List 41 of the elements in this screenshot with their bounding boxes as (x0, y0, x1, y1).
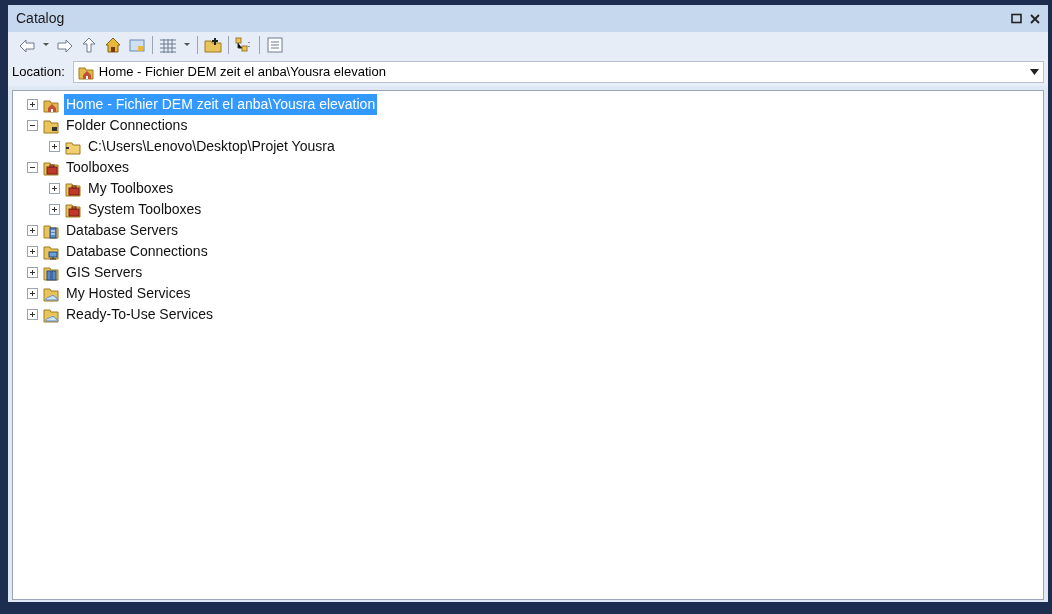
tree-item[interactable]: System Toolboxes (86, 199, 204, 220)
maximize-icon[interactable] (1011, 13, 1022, 24)
tree-item[interactable]: C:\Users\Lenovo\Desktop\Projet Yousra (86, 136, 337, 157)
database-folder-icon (43, 243, 59, 260)
toolbox-icon (65, 180, 81, 197)
toolbox-icon (43, 159, 59, 176)
collapse-icon[interactable] (27, 162, 38, 173)
up-folder-icon[interactable] (80, 36, 98, 54)
expand-icon[interactable] (27, 225, 38, 236)
add-folder-icon[interactable] (204, 36, 222, 54)
tree-view-icon[interactable] (235, 36, 253, 54)
tree-item[interactable]: Toolboxes (64, 157, 132, 178)
expand-icon[interactable] (27, 246, 38, 257)
toolbox-icon (65, 201, 81, 218)
tree-item[interactable]: Folder Connections (64, 115, 190, 136)
home-icon[interactable] (104, 36, 122, 54)
tree-item[interactable]: Database Servers (64, 220, 181, 241)
tree-item[interactable]: Ready-To-Use Services (64, 304, 216, 325)
close-icon[interactable] (1030, 13, 1040, 24)
expand-icon[interactable] (49, 183, 60, 194)
home-folder-icon (77, 64, 94, 80)
expand-icon[interactable] (49, 204, 60, 215)
server-folder-icon (43, 264, 59, 281)
cloud-folder-icon (43, 306, 59, 323)
expand-icon[interactable] (49, 141, 60, 152)
cloud-folder-icon (43, 285, 59, 302)
window-title: Catalog (16, 9, 65, 28)
tree-item[interactable]: Database Connections (64, 241, 210, 262)
server-folder-icon (43, 222, 59, 239)
expand-icon[interactable] (27, 267, 38, 278)
expand-icon[interactable] (27, 99, 38, 110)
dropdown-arrow-icon (1030, 69, 1039, 75)
grid-view-icon[interactable] (159, 36, 177, 54)
location-label: Location: (12, 63, 65, 82)
tree-item[interactable]: My Hosted Services (64, 283, 193, 304)
expand-icon[interactable] (27, 309, 38, 320)
expand-icon[interactable] (27, 288, 38, 299)
tree-item[interactable]: GIS Servers (64, 262, 145, 283)
collapse-icon[interactable] (27, 120, 38, 131)
tree-item[interactable]: My Toolboxes (86, 178, 176, 199)
location-dropdown[interactable]: Home - Fichier DEM zeit el anba\Yousra elevation (72, 61, 1044, 83)
